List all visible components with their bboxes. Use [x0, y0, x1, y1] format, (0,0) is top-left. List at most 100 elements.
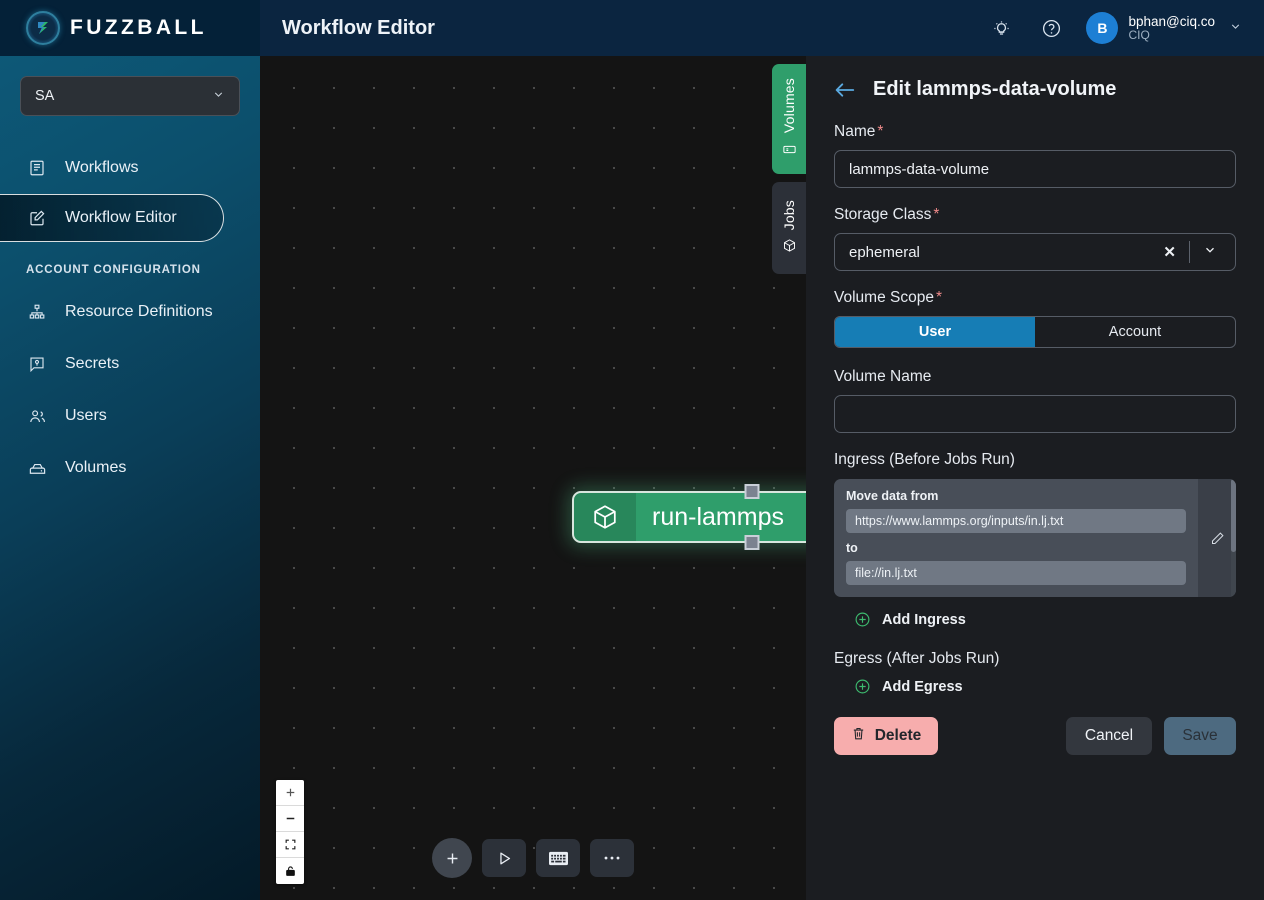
run-workflow-button[interactable]	[482, 839, 526, 877]
chevron-down-icon	[212, 88, 225, 104]
sidebar-item-secrets[interactable]: Secrets	[0, 338, 260, 390]
sidebar-item-workflow-editor[interactable]: Workflow Editor	[0, 194, 224, 242]
name-label-text: Name	[834, 123, 876, 140]
sidebar: SA Workflows Workflow Editor ACCOUNT CON…	[0, 56, 260, 900]
scope-option-account[interactable]: Account	[1035, 317, 1235, 347]
ingress-entry-body: Move data from https://www.lammps.org/in…	[834, 479, 1198, 597]
sidebar-item-users[interactable]: Users	[0, 390, 260, 442]
tab-volumes[interactable]: Volumes	[772, 64, 806, 174]
volume-name-input[interactable]	[834, 395, 1236, 433]
lock-canvas-button[interactable]	[276, 858, 304, 884]
sidebar-item-workflows[interactable]: Workflows	[0, 142, 260, 194]
storage-class-value: ephemeral	[849, 243, 920, 261]
node-handle-top[interactable]	[744, 484, 760, 499]
workflow-node-run-lammps[interactable]: run-lammps	[572, 484, 806, 550]
add-egress-label: Add Egress	[882, 678, 963, 695]
avatar: B	[1086, 12, 1119, 44]
close-x-icon[interactable]: ✕	[1150, 243, 1189, 261]
volume-scope-toggle: User Account	[834, 316, 1236, 348]
ingress-from-label: Move data from	[846, 489, 939, 503]
storage-class-label-text: Storage Class	[834, 206, 932, 223]
user-info: bphan@ciq.co CIQ	[1128, 14, 1215, 43]
name-input-value: lammps-data-volume	[849, 160, 990, 178]
volume-scope-label: Volume Scope *	[834, 289, 1236, 307]
page-title: Workflow Editor	[282, 16, 435, 39]
user-org: CIQ	[1128, 27, 1150, 42]
node-handle-bottom[interactable]	[744, 535, 760, 550]
chevron-down-icon[interactable]	[1229, 20, 1242, 36]
secret-key-icon	[26, 355, 48, 373]
tab-jobs[interactable]: Jobs	[772, 182, 806, 274]
user-email: bphan@ciq.co	[1128, 13, 1215, 29]
ingress-section-title: Ingress (Before Jobs Run)	[834, 451, 1015, 468]
panel-header: Edit lammps-data-volume	[834, 78, 1236, 101]
tab-label: Volumes	[781, 78, 797, 134]
tab-label: Jobs	[781, 199, 797, 231]
required-asterisk: *	[935, 289, 943, 306]
add-egress-button[interactable]: Add Egress	[834, 678, 1236, 695]
canvas-side-tabs: Volumes Jobs	[772, 64, 806, 274]
brand-name: FUZZBALL	[70, 16, 207, 39]
more-options-button[interactable]	[590, 839, 634, 877]
sitemap-icon	[26, 303, 48, 321]
delete-label: Delete	[874, 727, 922, 744]
top-bar-main: Workflow Editor B bphan@ciq.co CIQ	[260, 0, 1264, 56]
zoom-in-button[interactable]	[276, 780, 304, 806]
sidebar-item-volumes[interactable]: Volumes	[0, 442, 260, 494]
top-bar: FUZZBALL Workflow Editor B bphan@ciq.co …	[0, 0, 1264, 56]
drive-icon	[26, 459, 48, 478]
ingress-from-value: https://www.lammps.org/inputs/in.lj.txt	[846, 509, 1186, 533]
name-field-label: Name *	[834, 123, 1236, 141]
app-root: FUZZBALL Workflow Editor B bphan@ciq.co …	[0, 0, 1264, 900]
help-circle-icon[interactable]	[1036, 13, 1066, 43]
fit-view-button[interactable]	[276, 832, 304, 858]
plus-circle-icon	[854, 678, 871, 695]
panel-title: Edit lammps-data-volume	[873, 78, 1117, 100]
workflow-canvas[interactable]: run-lammps Volumes Jobs	[260, 56, 806, 900]
cancel-button[interactable]: Cancel	[1066, 717, 1152, 755]
users-icon	[26, 407, 48, 426]
lightbulb-icon[interactable]	[986, 13, 1016, 43]
sidebar-item-label: Volumes	[65, 459, 127, 476]
save-button[interactable]: Save	[1164, 717, 1236, 755]
ingress-entry-card[interactable]: Move data from https://www.lammps.org/in…	[834, 479, 1236, 597]
confirm-actions: Cancel Save	[1066, 717, 1236, 755]
arrow-left-icon[interactable]	[834, 82, 855, 98]
delete-button[interactable]: Delete	[834, 717, 938, 755]
brand-logo[interactable]: FUZZBALL	[0, 0, 260, 56]
panel-actions: Delete Cancel Save	[834, 717, 1236, 755]
ingress-to-value: file://in.lj.txt	[846, 561, 1186, 585]
chevron-down-icon[interactable]	[1190, 243, 1227, 261]
storage-class-label: Storage Class *	[834, 206, 1236, 224]
cube-outline-icon	[782, 238, 797, 256]
sidebar-item-label: Users	[65, 407, 107, 424]
plus-circle-icon	[854, 611, 871, 628]
storage-class-select[interactable]: ephemeral ✕	[834, 233, 1236, 271]
fuzzball-logo-icon	[26, 11, 60, 45]
sidebar-item-resource-definitions[interactable]: Resource Definitions	[0, 286, 260, 338]
zoom-controls	[276, 780, 304, 884]
ingress-scrollbar[interactable]	[1231, 479, 1236, 597]
scope-option-user[interactable]: User	[835, 317, 1035, 347]
sidebar-item-label: Workflows	[65, 159, 139, 176]
list-document-icon	[26, 159, 48, 177]
edit-volume-panel: Edit lammps-data-volume Name * lammps-dat…	[806, 56, 1264, 900]
required-asterisk: *	[877, 123, 884, 140]
account-select[interactable]: SA	[20, 76, 240, 116]
sidebar-section-label: ACCOUNT CONFIGURATION	[26, 264, 201, 276]
user-menu[interactable]: B bphan@ciq.co CIQ	[1086, 12, 1242, 44]
volume-icon	[782, 142, 797, 160]
add-ingress-button[interactable]: Add Ingress	[834, 611, 1236, 628]
keyboard-shortcuts-button[interactable]	[536, 839, 580, 877]
canvas-toolbar	[432, 838, 634, 878]
zoom-out-button[interactable]	[276, 806, 304, 832]
volume-scope-label-text: Volume Scope	[834, 289, 934, 306]
add-node-button[interactable]	[432, 838, 472, 878]
volume-name-label: Volume Name	[834, 368, 932, 385]
egress-section-title: Egress (After Jobs Run)	[834, 650, 1000, 667]
cube-icon	[574, 493, 636, 541]
name-input[interactable]: lammps-data-volume	[834, 150, 1236, 188]
sidebar-item-label: Secrets	[65, 355, 120, 372]
node-label: run-lammps	[652, 502, 784, 531]
sidebar-item-label: Workflow Editor	[65, 209, 177, 226]
